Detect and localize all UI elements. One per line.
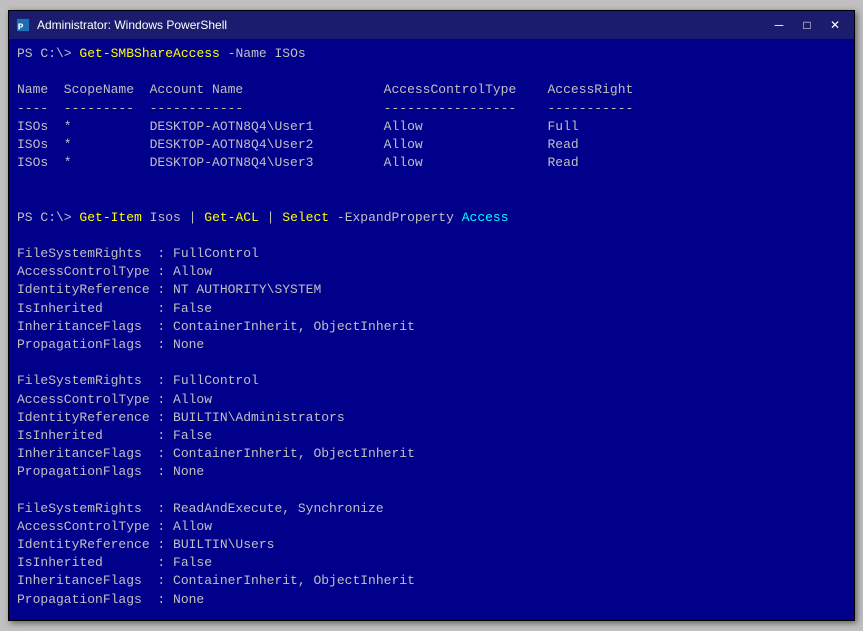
console-line: IsInherited : False bbox=[17, 300, 846, 318]
window-title: Administrator: Windows PowerShell bbox=[37, 18, 766, 32]
console-line: ISOs * DESKTOP-AOTN8Q4\User3 Allow Read bbox=[17, 154, 846, 172]
console-line: IsInherited : False bbox=[17, 427, 846, 445]
console-line: ISOs * DESKTOP-AOTN8Q4\User2 Allow Read bbox=[17, 136, 846, 154]
console-line: ---- --------- ------------ ------------… bbox=[17, 100, 846, 118]
console-line: Name ScopeName Account Name AccessContro… bbox=[17, 81, 846, 99]
console-line: IdentityReference : BUILTIN\Users bbox=[17, 536, 846, 554]
console-line: FileSystemRights : FullControl bbox=[17, 372, 846, 390]
console-line: FileSystemRights : FullControl bbox=[17, 245, 846, 263]
console-line bbox=[17, 172, 846, 190]
console-line bbox=[17, 609, 846, 620]
console-line bbox=[17, 227, 846, 245]
window-controls: ─ □ ✕ bbox=[766, 15, 848, 35]
console-line bbox=[17, 354, 846, 372]
title-bar: P Administrator: Windows PowerShell ─ □ … bbox=[9, 11, 854, 39]
console-line: InheritanceFlags : ContainerInherit, Obj… bbox=[17, 318, 846, 336]
console-output[interactable]: PS C:\> Get-SMBShareAccess -Name ISOs Na… bbox=[9, 39, 854, 620]
window-icon: P bbox=[15, 17, 31, 33]
console-line: AccessControlType : Allow bbox=[17, 518, 846, 536]
console-line: PS C:\> Get-Item Isos | Get-ACL | Select… bbox=[17, 209, 846, 227]
console-line: PropagationFlags : None bbox=[17, 591, 846, 609]
console-line bbox=[17, 482, 846, 500]
console-line: IsInherited : False bbox=[17, 554, 846, 572]
console-line: AccessControlType : Allow bbox=[17, 263, 846, 281]
console-line: FileSystemRights : ReadAndExecute, Synch… bbox=[17, 500, 846, 518]
maximize-button[interactable]: □ bbox=[794, 15, 820, 35]
console-line: IdentityReference : NT AUTHORITY\SYSTEM bbox=[17, 281, 846, 299]
powershell-window: P Administrator: Windows PowerShell ─ □ … bbox=[8, 10, 855, 621]
console-line: InheritanceFlags : ContainerInherit, Obj… bbox=[17, 445, 846, 463]
close-button[interactable]: ✕ bbox=[822, 15, 848, 35]
console-line: PropagationFlags : None bbox=[17, 336, 846, 354]
console-line: IdentityReference : BUILTIN\Administrato… bbox=[17, 409, 846, 427]
console-line: PS C:\> Get-SMBShareAccess -Name ISOs bbox=[17, 45, 846, 63]
svg-text:P: P bbox=[18, 21, 24, 32]
console-line: ISOs * DESKTOP-AOTN8Q4\User1 Allow Full bbox=[17, 118, 846, 136]
console-line: PropagationFlags : None bbox=[17, 463, 846, 481]
console-line: AccessControlType : Allow bbox=[17, 391, 846, 409]
console-line: InheritanceFlags : ContainerInherit, Obj… bbox=[17, 572, 846, 590]
minimize-button[interactable]: ─ bbox=[766, 15, 792, 35]
console-line bbox=[17, 191, 846, 209]
console-line bbox=[17, 63, 846, 81]
